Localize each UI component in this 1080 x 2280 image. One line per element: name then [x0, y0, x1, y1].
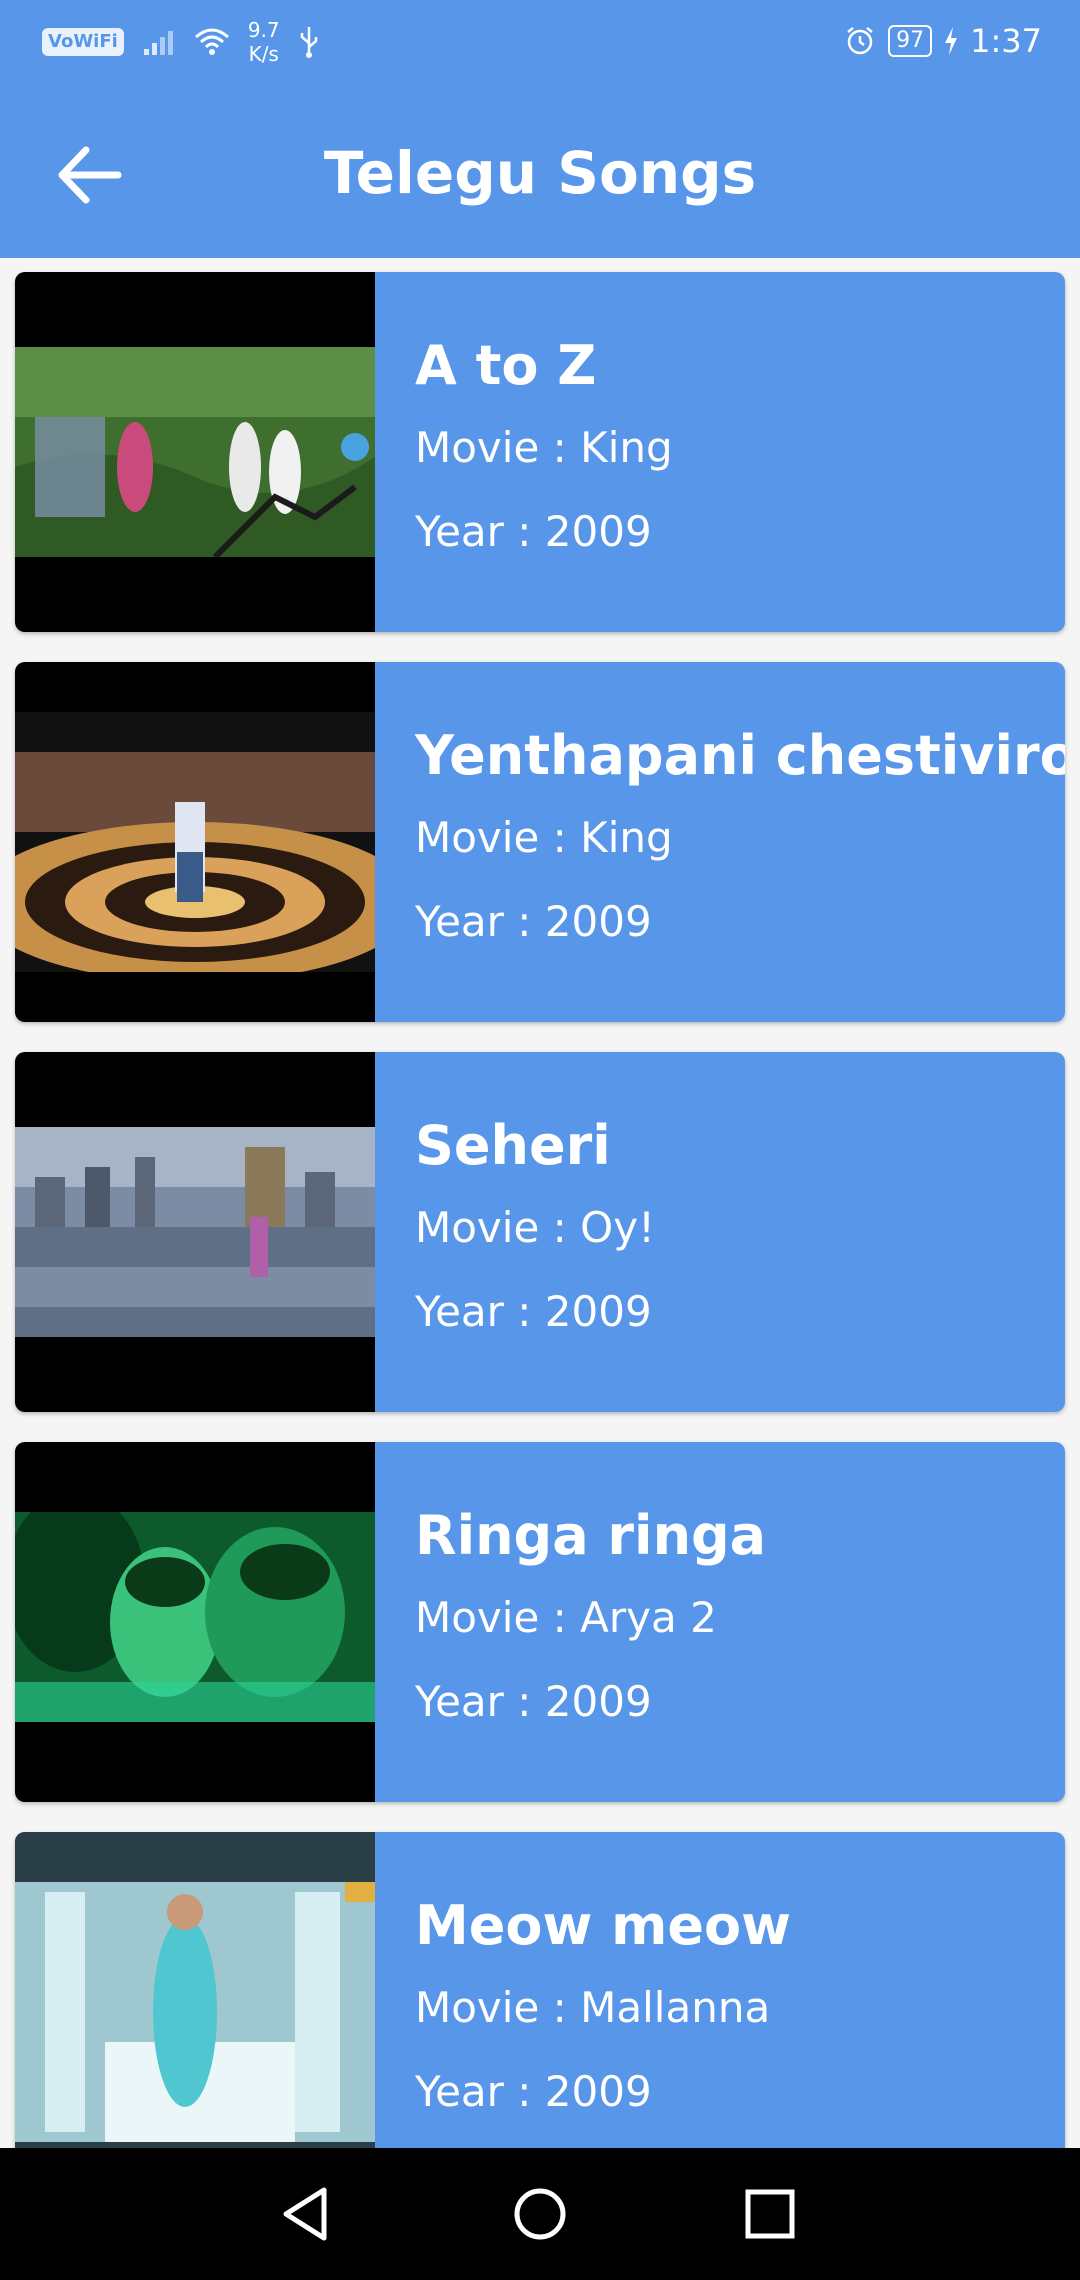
- video-frame-image: [15, 1832, 375, 2192]
- song-thumbnail: [15, 1052, 375, 1412]
- song-year: Year : 2009: [415, 2067, 652, 2116]
- song-card[interactable]: Yenthapani chestiviro Movie : King Year …: [15, 662, 1065, 1022]
- song-card[interactable]: Meow meow Movie : Mallanna Year : 2009: [15, 1832, 1065, 2192]
- nav-home-icon[interactable]: [504, 2178, 576, 2250]
- song-year: Year : 2009: [415, 507, 652, 556]
- song-title: Seheri: [415, 1114, 611, 1177]
- vowifi-badge: VoWiFi: [42, 28, 124, 56]
- song-title: Yenthapani chestiviro: [415, 724, 1065, 787]
- song-info: Ringa ringa Movie : Arya 2 Year : 2009: [415, 1500, 1045, 1730]
- songs-list: A to Z Movie : King Year : 2009 Yenthapa…: [15, 272, 1065, 2222]
- song-title: Ringa ringa: [415, 1504, 767, 1567]
- video-frame-image: [15, 1127, 375, 1337]
- status-bar: VoWiFi 9.7 K/s 97 1:37: [0, 0, 1080, 92]
- nav-back-icon[interactable]: [270, 2178, 342, 2250]
- net-speed-unit: K/s: [248, 42, 279, 66]
- app-header: VoWiFi 9.7 K/s 97 1:37 Telegu Songs: [0, 0, 1080, 258]
- nav-recents-icon[interactable]: [734, 2178, 806, 2250]
- video-frame-image: [15, 712, 375, 972]
- signal-icon: [143, 31, 173, 55]
- status-right: 97 1:37: [844, 22, 1042, 60]
- song-year: Year : 2009: [415, 1677, 652, 1726]
- song-movie: Movie : Mallanna: [415, 1983, 771, 2032]
- net-speed-value: 9.7: [247, 18, 280, 42]
- song-title: A to Z: [415, 334, 597, 397]
- video-frame-image: [15, 347, 375, 557]
- song-thumbnail: [15, 1442, 375, 1802]
- song-thumbnail: [15, 272, 375, 632]
- song-card[interactable]: Seheri Movie : Oy! Year : 2009: [15, 1052, 1065, 1412]
- status-left: VoWiFi 9.7 K/s: [42, 18, 320, 66]
- song-info: Yenthapani chestiviro Movie : King Year …: [415, 720, 1065, 950]
- song-year: Year : 2009: [415, 897, 652, 946]
- wifi-icon: [194, 28, 229, 55]
- clock-time: 1:37: [970, 22, 1042, 60]
- page-title: Telegu Songs: [323, 139, 757, 207]
- song-movie: Movie : Oy!: [415, 1203, 655, 1252]
- video-frame-image: [15, 1512, 375, 1722]
- battery-level: 97: [888, 25, 933, 57]
- song-thumbnail: [15, 662, 375, 1022]
- song-movie: Movie : King: [415, 813, 673, 862]
- alarm-icon: [847, 27, 873, 55]
- system-navigation-bar: [0, 2148, 1080, 2280]
- song-card[interactable]: Ringa ringa Movie : Arya 2 Year : 2009: [15, 1442, 1065, 1802]
- usb-icon: [300, 27, 317, 58]
- song-thumbnail: [15, 1832, 375, 2192]
- charging-icon: [945, 27, 958, 55]
- net-speed: 9.7 K/s: [248, 18, 280, 66]
- song-year: Year : 2009: [415, 1287, 652, 1336]
- song-info: A to Z Movie : King Year : 2009: [415, 330, 1045, 560]
- song-info: Meow meow Movie : Mallanna Year : 2009: [415, 1890, 1045, 2120]
- song-movie: Movie : King: [415, 423, 673, 472]
- song-movie: Movie : Arya 2: [415, 1593, 717, 1642]
- song-info: Seheri Movie : Oy! Year : 2009: [415, 1110, 1045, 1340]
- song-title: Meow meow: [415, 1894, 792, 1957]
- song-card[interactable]: A to Z Movie : King Year : 2009: [15, 272, 1065, 632]
